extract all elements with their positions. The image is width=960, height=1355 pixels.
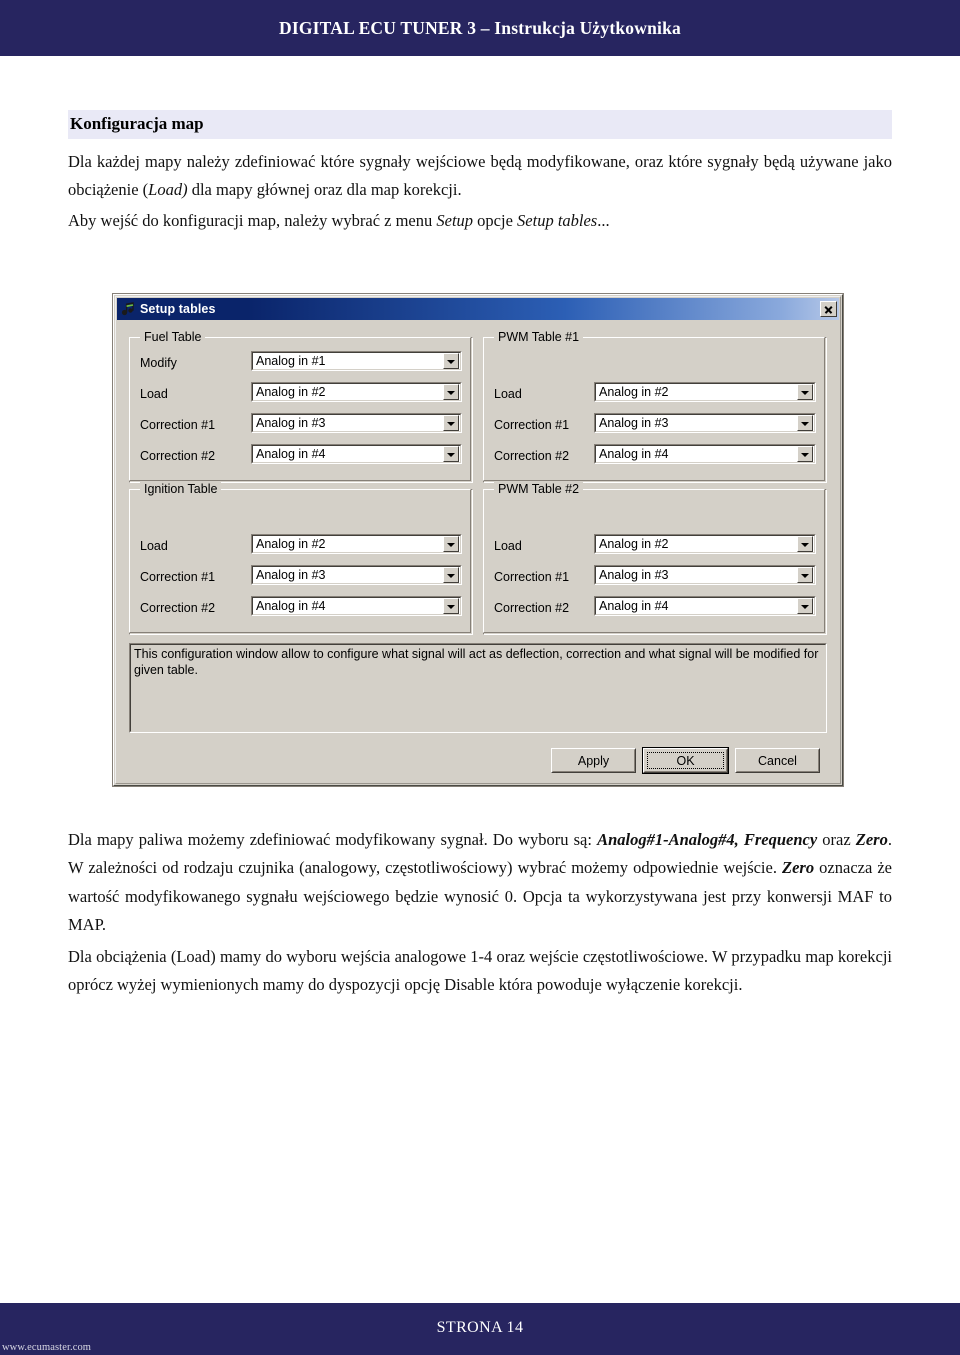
ok-button-label: OK xyxy=(676,753,695,768)
field-label-pwm1-load: Load xyxy=(494,386,522,401)
dropdown-pwm2-correction1[interactable]: Analog in #3 xyxy=(594,565,816,585)
field-label-pwm2-correction2: Correction #2 xyxy=(494,600,570,615)
page-content: Konfiguracja map Dla każdej mapy należy … xyxy=(68,110,892,239)
dropdown-ignition-correction1-value: Analog in #3 xyxy=(256,568,326,582)
dropdown-ignition-correction1[interactable]: Analog in #3 xyxy=(251,565,462,585)
chevron-down-icon[interactable] xyxy=(443,536,459,552)
para1-load-emphasis: Load) xyxy=(148,179,188,199)
dropdown-fuel-correction2-value: Analog in #4 xyxy=(256,447,326,461)
group-pwm-table-2-legend: PWM Table #2 xyxy=(494,482,584,496)
section-heading: Konfiguracja map xyxy=(68,110,892,139)
dropdown-fuel-load[interactable]: Analog in #2 xyxy=(251,382,462,402)
group-pwm-table-1: PWM Table #1 Load Correction #1 Correcti… xyxy=(483,330,827,483)
document-header: DIGITAL ECU TUNER 3 – Instrukcja Użytkow… xyxy=(0,0,960,56)
para2-part-b: opcje xyxy=(473,211,518,231)
field-label-ignition-correction1: Correction #1 xyxy=(140,569,216,584)
dropdown-fuel-modify-value: Analog in #1 xyxy=(256,354,326,368)
dropdown-pwm1-correction2-value: Analog in #4 xyxy=(599,447,669,461)
dropdown-ignition-correction2[interactable]: Analog in #4 xyxy=(251,596,462,616)
footer-website: www.ecumaster.com xyxy=(2,1342,92,1353)
field-label-fuel-correction2: Correction #2 xyxy=(140,448,216,463)
dropdown-pwm2-correction2[interactable]: Analog in #4 xyxy=(594,596,816,616)
dropdown-fuel-correction1-value: Analog in #3 xyxy=(256,416,326,430)
chevron-down-icon[interactable] xyxy=(443,384,459,400)
group-fuel-table: Fuel Table Modify Load Correction #1 Cor… xyxy=(129,330,473,483)
dropdown-pwm1-correction1-value: Analog in #3 xyxy=(599,416,669,430)
field-label-fuel-load: Load xyxy=(140,386,168,401)
ok-button[interactable]: OK xyxy=(642,747,729,774)
field-label-pwm2-load: Load xyxy=(494,538,522,553)
paragraph-4: Dla obciążenia (Load) mamy do wyboru wej… xyxy=(68,946,892,994)
group-fuel-table-legend: Fuel Table xyxy=(140,330,206,344)
document-header-title: DIGITAL ECU TUNER 3 – Instrukcja Użytkow… xyxy=(279,18,681,38)
para3-part-b: oraz xyxy=(817,830,856,849)
document-footer: STRONA 14 www.ecumaster.com xyxy=(0,1303,960,1355)
field-label-pwm2-correction1: Correction #1 xyxy=(494,569,570,584)
chevron-down-icon[interactable] xyxy=(443,415,459,431)
para2-part-a: Aby wejść do konfiguracji map, należy wy… xyxy=(68,211,437,231)
chevron-down-icon[interactable] xyxy=(797,415,813,431)
dropdown-fuel-correction2[interactable]: Analog in #4 xyxy=(251,444,462,464)
setup-tables-dialog[interactable]: Setup tables Fuel Table Modify Load Corr… xyxy=(113,294,843,786)
dropdown-fuel-load-value: Analog in #2 xyxy=(256,385,326,399)
page-number: STRONA 14 xyxy=(436,1319,524,1336)
dropdown-ignition-load-value: Analog in #2 xyxy=(256,537,326,551)
para1-part-b: dla mapy głównej oraz dla map korekcji. xyxy=(187,179,462,199)
close-icon[interactable] xyxy=(820,301,837,317)
para3-options-emphasis: Analog#1-Analog#4, Frequency xyxy=(597,830,818,849)
apply-button[interactable]: Apply xyxy=(551,748,636,773)
chevron-down-icon[interactable] xyxy=(443,598,459,614)
dropdown-fuel-correction1[interactable]: Analog in #3 xyxy=(251,413,462,433)
chevron-down-icon[interactable] xyxy=(797,446,813,462)
dropdown-pwm1-correction1[interactable]: Analog in #3 xyxy=(594,413,816,433)
group-ignition-table: Ignition Table Load Correction #1 Correc… xyxy=(129,482,473,635)
dialog-titlebar[interactable]: Setup tables xyxy=(117,298,839,320)
para2-part-c: ... xyxy=(597,211,610,231)
field-label-ignition-correction2: Correction #2 xyxy=(140,600,216,615)
para3-zero-emphasis: Zero xyxy=(855,830,888,849)
dialog-body: Fuel Table Modify Load Correction #1 Cor… xyxy=(117,323,839,782)
para3-part-a: Dla mapy paliwa możemy zdefiniować modyf… xyxy=(68,830,598,849)
dropdown-ignition-correction2-value: Analog in #4 xyxy=(256,599,326,613)
field-label-pwm1-correction1: Correction #1 xyxy=(494,417,570,432)
field-label-fuel-correction1: Correction #1 xyxy=(140,417,216,432)
chevron-down-icon[interactable] xyxy=(443,567,459,583)
group-pwm-table-2: PWM Table #2 Load Correction #1 Correcti… xyxy=(483,482,827,635)
apply-button-label: Apply xyxy=(577,753,610,768)
paragraph-1: Dla każdej mapy należy zdefiniować które… xyxy=(68,148,892,205)
dropdown-pwm1-correction2[interactable]: Analog in #4 xyxy=(594,444,816,464)
dropdown-pwm2-correction1-value: Analog in #3 xyxy=(599,568,669,582)
chevron-down-icon[interactable] xyxy=(797,384,813,400)
dropdown-pwm1-load[interactable]: Analog in #2 xyxy=(594,382,816,402)
para3-zero-emphasis-2: Zero xyxy=(782,858,815,878)
chevron-down-icon[interactable] xyxy=(797,536,813,552)
paragraph-2: Aby wejść do konfiguracji map, należy wy… xyxy=(68,207,892,235)
dropdown-fuel-modify[interactable]: Analog in #1 xyxy=(251,351,462,371)
chevron-down-icon[interactable] xyxy=(797,567,813,583)
dropdown-pwm2-correction2-value: Analog in #4 xyxy=(599,599,669,613)
dropdown-pwm2-load-value: Analog in #2 xyxy=(599,537,669,551)
app-icon xyxy=(120,301,136,317)
cancel-button[interactable]: Cancel xyxy=(735,748,820,773)
group-pwm-table-1-legend: PWM Table #1 xyxy=(494,330,584,344)
field-label-pwm1-correction2: Correction #2 xyxy=(494,448,570,463)
group-ignition-table-legend: Ignition Table xyxy=(140,482,222,496)
cancel-button-label: Cancel xyxy=(758,753,797,768)
chevron-down-icon[interactable] xyxy=(443,446,459,462)
chevron-down-icon[interactable] xyxy=(443,353,459,369)
chevron-down-icon[interactable] xyxy=(797,598,813,614)
description-textbox: This configuration window allow to confi… xyxy=(129,643,827,733)
field-label-fuel-modify: Modify xyxy=(140,355,177,370)
para2-setup-emphasis: Setup xyxy=(436,211,474,231)
dropdown-pwm2-load[interactable]: Analog in #2 xyxy=(594,534,816,554)
field-label-ignition-load: Load xyxy=(140,538,168,553)
dialog-title: Setup tables xyxy=(140,302,216,316)
para2-setup-tables-emphasis: Setup tables xyxy=(517,211,598,231)
page-content-lower: Dla mapy paliwa możemy zdefiniować modyf… xyxy=(68,826,892,1002)
description-text: This configuration window allow to confi… xyxy=(134,647,819,677)
dropdown-ignition-load[interactable]: Analog in #2 xyxy=(251,534,462,554)
paragraph-3: Dla mapy paliwa możemy zdefiniować modyf… xyxy=(68,826,892,940)
dropdown-pwm1-load-value: Analog in #2 xyxy=(599,385,669,399)
